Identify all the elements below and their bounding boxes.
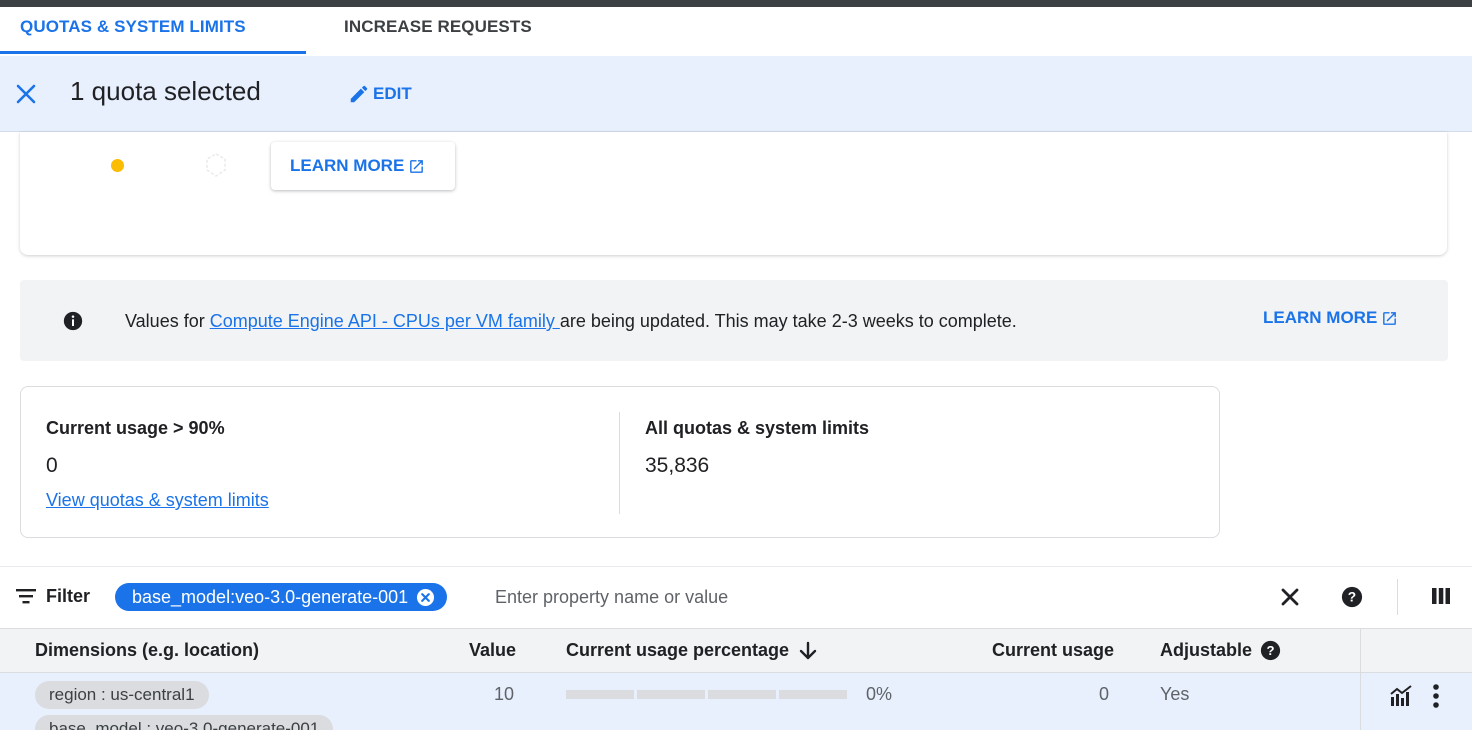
filter-chip-label: base_model:veo-3.0-generate-001 (132, 586, 409, 607)
banner-learn-more-link[interactable]: LEARN MORE (1263, 308, 1398, 328)
info-icon (63, 311, 83, 331)
column-display-icon[interactable] (1431, 587, 1451, 605)
summary-divider (619, 412, 620, 514)
header-divider (1360, 629, 1361, 672)
filter-divider (1397, 579, 1398, 615)
loading-spinner-icon (206, 153, 226, 177)
learn-more-label: LEARN MORE (290, 156, 405, 175)
filter-input[interactable] (495, 584, 1195, 610)
view-quotas-link[interactable]: View quotas & system limits (46, 490, 269, 511)
cell-usage-percentage: 0% (866, 684, 893, 704)
pencil-icon (350, 85, 368, 103)
row-divider (1360, 673, 1361, 730)
help-icon[interactable]: ? (1260, 640, 1281, 661)
more-vert-icon[interactable] (1432, 683, 1440, 709)
open-in-new-icon (410, 159, 424, 173)
col-value[interactable]: Value (469, 640, 516, 661)
banner-learn-more-label: LEARN MORE (1263, 308, 1378, 327)
cell-adjustable: Yes (1160, 684, 1190, 704)
tab-quotas-system-limits[interactable]: QUOTAS & SYSTEM LIMITS (0, 7, 306, 54)
col-usage-percentage-label: Current usage percentage (566, 640, 790, 660)
banner-suffix: are being updated. This may take 2-3 wee… (559, 311, 1017, 331)
table-row[interactable]: region : us-central1 base_model : veo-3.… (0, 673, 1472, 730)
all-quotas-label: All quotas & system limits (645, 418, 870, 438)
monitoring-chart-icon[interactable] (1389, 685, 1413, 707)
dimension-chip-region: region : us-central1 (35, 681, 209, 709)
col-adjustable-label: Adjustable (1160, 640, 1253, 660)
svg-text:?: ? (1267, 643, 1275, 658)
cell-value: 10 (494, 684, 515, 704)
banner-prefix: Values for (125, 311, 210, 331)
banner-message: Values for Compute Engine API - CPUs per… (125, 311, 1017, 332)
remove-chip-icon[interactable] (416, 588, 435, 607)
all-quotas-value: 35,836 (645, 454, 710, 477)
update-info-banner: Values for Compute Engine API - CPUs per… (20, 280, 1448, 361)
help-icon[interactable]: ? (1341, 586, 1363, 608)
dimension-chip-base-model: base_model : veo-3.0-generate-001 (35, 715, 334, 730)
close-icon (16, 84, 36, 104)
high-usage-label: Current usage > 90% (46, 418, 225, 438)
browser-top-strip (0, 0, 1472, 7)
edit-button[interactable]: EDIT (348, 80, 412, 108)
filter-icon (16, 589, 36, 604)
usage-progress-bar (566, 690, 847, 699)
learn-more-button[interactable]: LEARN MORE (271, 142, 455, 190)
open-in-new-icon (1383, 311, 1397, 325)
tab-bar: QUOTAS & SYSTEM LIMITS INCREASE REQUESTS (0, 7, 1472, 56)
filter-label[interactable]: Filter (46, 586, 90, 607)
col-current-usage[interactable]: Current usage (992, 640, 1114, 661)
col-adjustable[interactable]: Adjustable ? (1160, 640, 1281, 661)
edit-label: EDIT (373, 84, 412, 103)
svg-text:?: ? (1348, 590, 1356, 605)
quota-info-card (20, 132, 1447, 255)
col-dimensions[interactable]: Dimensions (e.g. location) (35, 640, 259, 661)
table-header: Dimensions (e.g. location) Value Current… (0, 628, 1472, 673)
usage-summary-card: Current usage > 90% 0 View quotas & syst… (20, 386, 1220, 538)
status-dot-warning (111, 159, 124, 172)
close-selection-button[interactable] (12, 80, 40, 108)
selection-count-title: 1 quota selected (70, 76, 261, 106)
tab-increase-requests[interactable]: INCREASE REQUESTS (344, 7, 532, 54)
high-usage-value: 0 (46, 454, 58, 477)
arrow-down-icon (799, 641, 817, 659)
filter-bar: Filter base_model:veo-3.0-generate-001 ? (0, 566, 1472, 628)
cell-current-usage: 0 (1099, 684, 1110, 704)
compute-engine-link[interactable]: Compute Engine API - CPUs per VM family (210, 311, 560, 331)
selection-bar: 1 quota selected EDIT (0, 56, 1472, 132)
filter-chip[interactable]: base_model:veo-3.0-generate-001 (115, 583, 448, 611)
col-usage-percentage[interactable]: Current usage percentage (566, 640, 817, 661)
clear-filter-icon[interactable] (1279, 586, 1301, 608)
